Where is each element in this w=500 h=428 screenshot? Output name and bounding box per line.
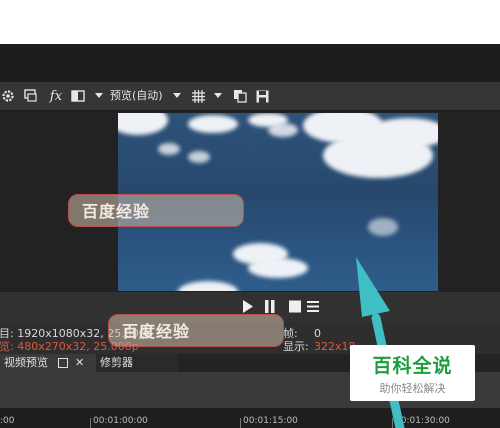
external-monitor-icon[interactable] xyxy=(22,82,40,110)
fx-icon[interactable]: fx xyxy=(46,82,66,110)
chevron-down-icon[interactable] xyxy=(94,82,104,110)
top-dark-bar xyxy=(0,44,500,82)
badge-title: 百科全说 xyxy=(372,355,453,377)
tab-trimmer[interactable]: 修剪器 xyxy=(96,354,178,372)
ruler-time-3: 00:01:30:00 xyxy=(395,416,450,426)
tab-video-preview[interactable]: 视频预览 ✕ xyxy=(0,354,96,372)
ruler-time-2: 00:01:15:00 xyxy=(243,416,298,426)
watermark-bottom: 百度经验 xyxy=(108,314,284,347)
timeline-ruler: :00 00:01:00:00 00:01:15:00 00:01:30:00 xyxy=(0,408,500,428)
brand-badge: 百科全说 助你轻松解决 xyxy=(350,345,475,401)
tab-video-preview-label: 视频预览 xyxy=(4,356,48,369)
frame-value: 0 xyxy=(314,327,321,340)
badge-subtitle: 助你轻松解决 xyxy=(379,382,446,395)
frame-label: 帧: xyxy=(283,327,298,340)
chevron-down-icon[interactable] xyxy=(213,82,223,110)
float-window-icon[interactable] xyxy=(58,358,68,368)
ruler-time-0: :00 xyxy=(0,416,15,426)
menu-icon[interactable] xyxy=(307,298,319,314)
top-white-area xyxy=(0,0,500,44)
gear-icon[interactable] xyxy=(0,82,16,110)
copy-icon[interactable] xyxy=(232,82,248,110)
preview-quality-dropdown[interactable]: 预览(自动) xyxy=(110,82,163,110)
play-icon[interactable] xyxy=(242,298,254,314)
grid-icon[interactable] xyxy=(190,82,206,110)
save-icon[interactable] xyxy=(254,82,270,110)
pause-icon[interactable] xyxy=(264,298,276,314)
watermark-top: 百度经验 xyxy=(68,194,244,227)
stop-icon[interactable] xyxy=(289,298,301,314)
display-label: 显示: xyxy=(283,340,309,353)
ruler-tick xyxy=(90,418,91,428)
preview-toolbar: fx 预览(自动) xyxy=(0,82,500,111)
ruler-tick xyxy=(392,418,393,428)
split-view-icon[interactable] xyxy=(70,82,86,110)
tab-trimmer-label: 修剪器 xyxy=(100,356,133,369)
ruler-time-1: 00:01:00:00 xyxy=(93,416,148,426)
ruler-tick xyxy=(240,418,241,428)
chevron-down-icon[interactable] xyxy=(172,82,182,110)
close-icon[interactable]: ✕ xyxy=(75,354,84,372)
